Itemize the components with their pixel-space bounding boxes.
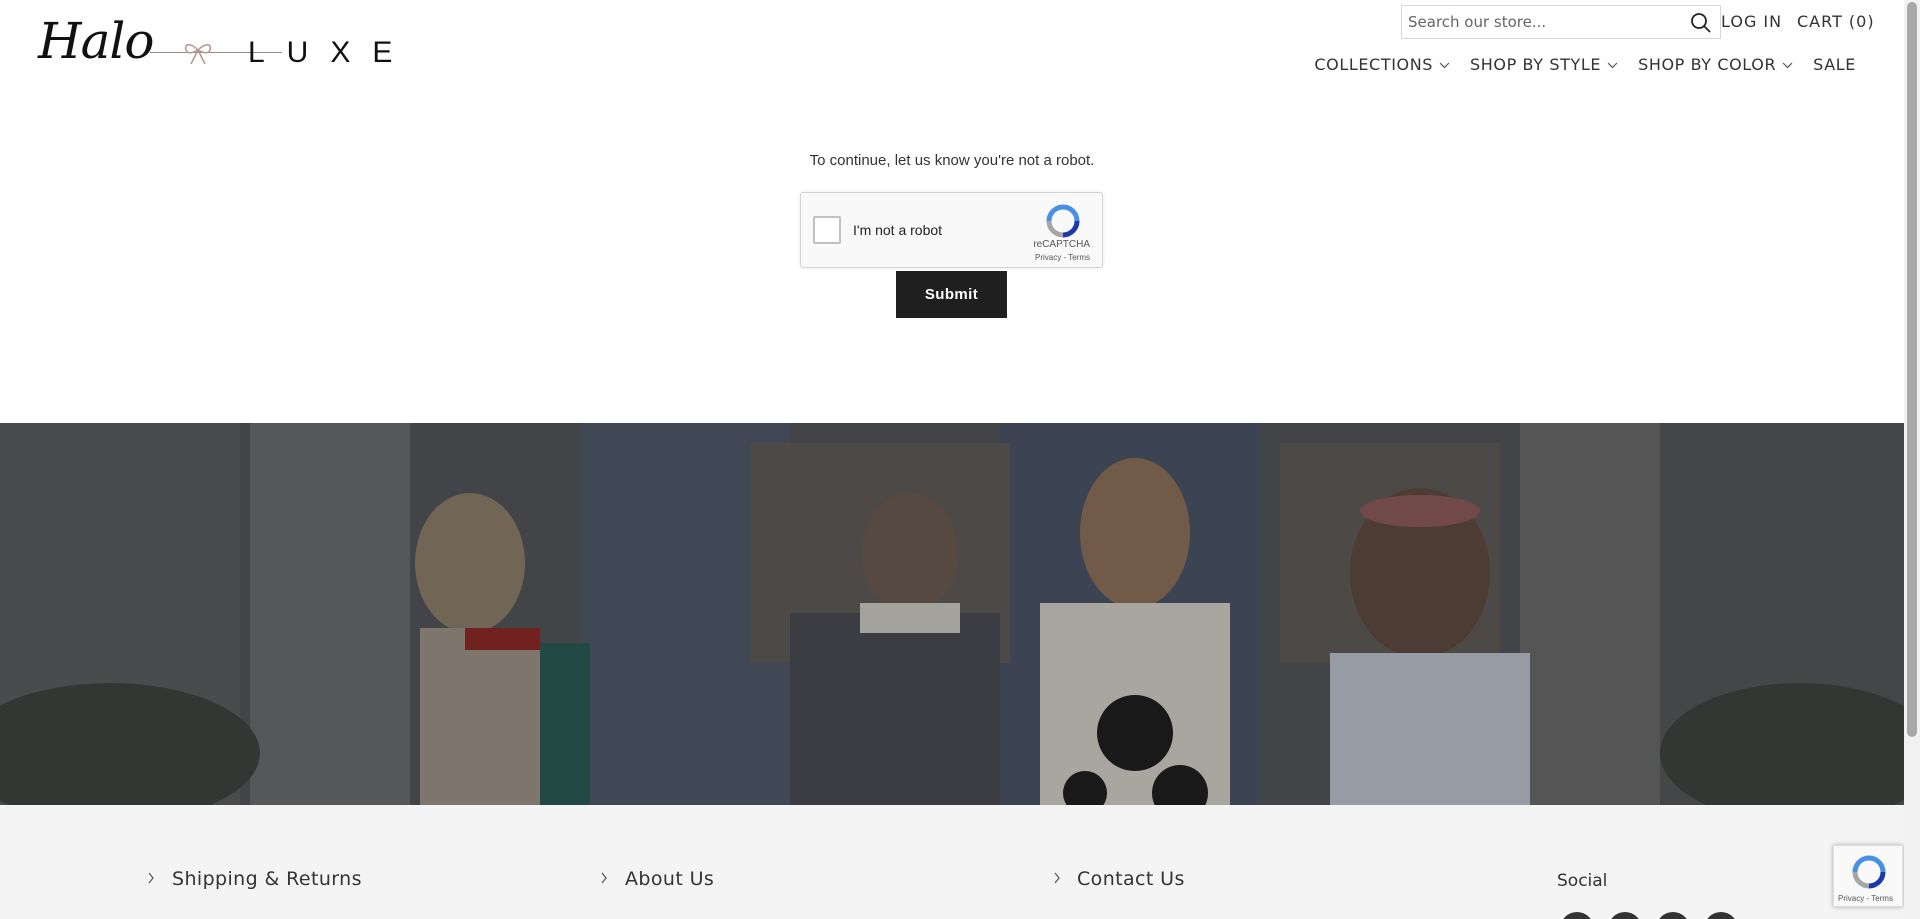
login-link[interactable]: LOG IN <box>1721 12 1782 31</box>
captcha-prompt: To continue, let us know you're not a ro… <box>809 152 1095 169</box>
recaptcha-icon <box>1852 855 1886 889</box>
search-box <box>1401 5 1721 39</box>
recaptcha-checkbox[interactable] <box>813 216 841 244</box>
footer-link-contact-us[interactable]: Contact Us <box>1077 868 1185 890</box>
submit-button[interactable]: Submit <box>896 271 1007 318</box>
social-icon[interactable] <box>1560 912 1594 919</box>
nav-shop-by-style[interactable]: SHOP BY STYLE <box>1470 55 1618 74</box>
nav-label: COLLECTIONS <box>1314 55 1434 74</box>
search-icon[interactable] <box>1689 11 1713 35</box>
bow-icon <box>184 44 212 65</box>
recaptcha-links[interactable]: Privacy - Terms <box>1035 253 1090 262</box>
nav-shop-by-color[interactable]: SHOP BY COLOR <box>1638 55 1793 74</box>
banner-photo <box>0 423 1904 805</box>
page-scrollbar[interactable] <box>1904 0 1920 919</box>
social-icon[interactable] <box>1656 912 1690 919</box>
recaptcha-badge-links[interactable]: Privacy - Terms <box>1838 894 1893 903</box>
logo-script-text: Halo <box>38 12 155 70</box>
recaptcha-badge[interactable]: Privacy - Terms <box>1833 845 1903 907</box>
nav-label: SHOP BY COLOR <box>1638 55 1777 74</box>
nav-collections[interactable]: COLLECTIONS <box>1314 55 1450 74</box>
chevron-right-icon <box>601 872 607 884</box>
nav-label: SHOP BY STYLE <box>1470 55 1602 74</box>
search-input[interactable] <box>1402 6 1682 38</box>
recaptcha-widget: I'm not a robot reCAPTCHA Privacy - Term… <box>800 192 1103 268</box>
nav-label: SALE <box>1813 55 1856 74</box>
chevron-right-icon <box>148 872 154 884</box>
halo-luxe-logo[interactable]: Halo LUXE <box>38 10 392 80</box>
logo-luxe-text: LUXE <box>248 36 415 69</box>
chevron-right-icon <box>1054 872 1060 884</box>
social-icon[interactable] <box>1608 912 1642 919</box>
recaptcha-label: I'm not a robot <box>853 222 943 238</box>
site-footer: Shipping & Returns About Us Contact Us S… <box>0 805 1904 919</box>
recaptcha-brand: reCAPTCHA <box>1033 239 1090 250</box>
chevron-down-icon <box>1607 62 1618 68</box>
chevron-down-icon <box>1439 62 1450 68</box>
recaptcha-icon <box>1046 204 1080 238</box>
social-icon[interactable] <box>1704 912 1738 919</box>
footer-link-about-us[interactable]: About Us <box>625 868 714 890</box>
scrollbar-thumb[interactable] <box>1907 2 1917 737</box>
chevron-down-icon <box>1782 62 1793 68</box>
footer-link-shipping-returns[interactable]: Shipping & Returns <box>172 868 362 890</box>
cart-link[interactable]: CART (0) <box>1797 12 1875 31</box>
hero-banner-image <box>0 423 1904 805</box>
main-nav: COLLECTIONS SHOP BY STYLE SHOP BY COLOR … <box>1314 55 1856 74</box>
nav-sale[interactable]: SALE <box>1813 55 1856 74</box>
site-header: Halo LUXE LOG IN CART (0) COLLECTIONS SH… <box>0 0 1904 110</box>
social-heading: Social <box>1557 871 1608 891</box>
